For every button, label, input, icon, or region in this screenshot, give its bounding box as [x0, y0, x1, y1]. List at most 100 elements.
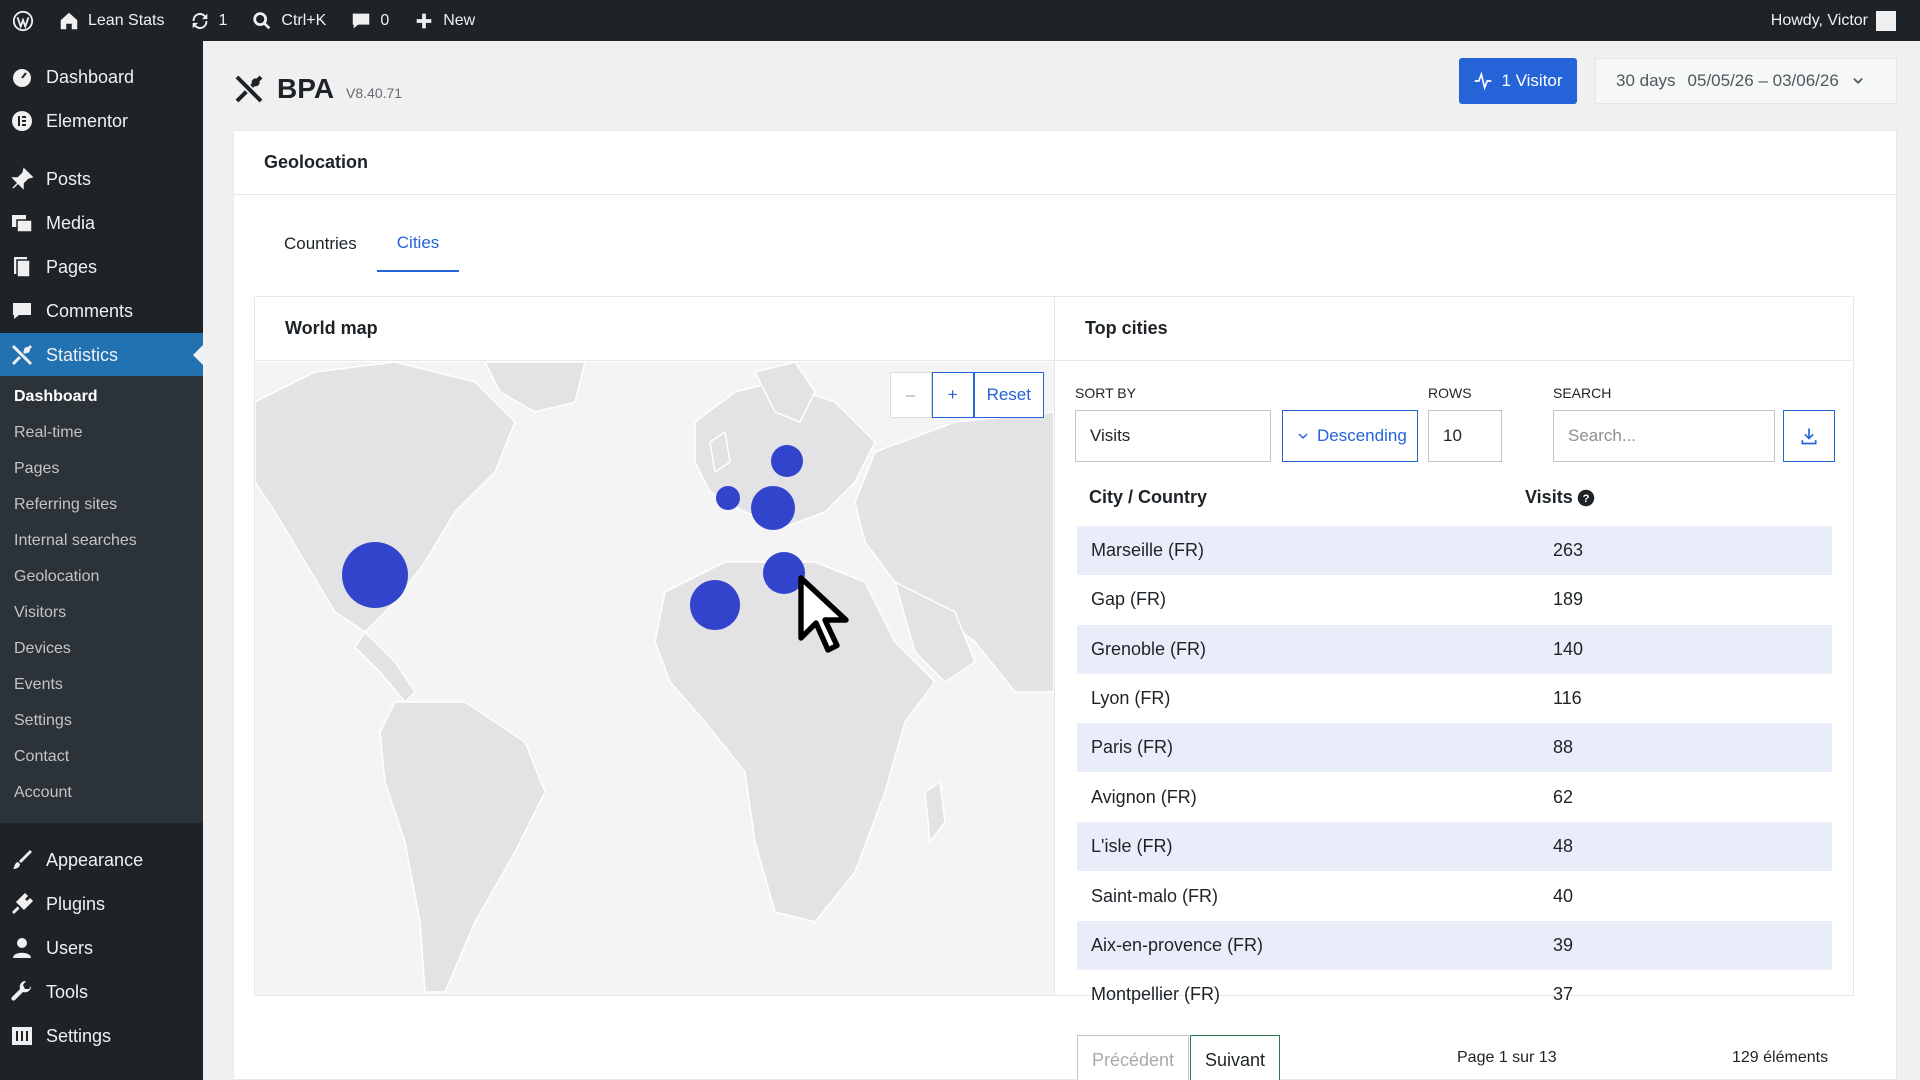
menu-posts[interactable]: Posts [0, 157, 203, 201]
table-row[interactable]: Gap (FR) 189 [1077, 575, 1832, 624]
map-marker[interactable] [342, 542, 408, 608]
submenu-referring-sites[interactable]: Referring sites [14, 496, 117, 514]
city-name: Avignon (FR) [1091, 787, 1197, 807]
menu-users[interactable]: Users [0, 926, 203, 970]
menu-pages[interactable]: Pages [0, 245, 203, 289]
city-name: Gap (FR) [1091, 589, 1167, 609]
table-row[interactable]: Marseille (FR) 263 [1077, 526, 1832, 575]
column-visits-label: Visits [1525, 487, 1573, 507]
sort-order-button[interactable]: Descending [1282, 410, 1418, 462]
comments-count: 0 [380, 11, 390, 29]
column-visits[interactable]: Visits ? [1525, 487, 1595, 508]
city-name: Lyon (FR) [1091, 688, 1171, 708]
tab-countries[interactable]: Countries [264, 216, 377, 272]
visit-count: 88 [1553, 737, 1574, 757]
mouse-cursor-icon [798, 575, 849, 653]
table-row[interactable]: Aix-en-provence (FR) 39 [1077, 921, 1832, 970]
next-page-button[interactable]: Suivant [1190, 1035, 1280, 1080]
wordpress-icon [12, 10, 34, 31]
total-count: 129 éléments [1732, 1049, 1829, 1066]
help-icon[interactable]: ? [1577, 489, 1595, 507]
comments-link[interactable]: 0 [338, 0, 401, 41]
city-name: Aix-en-provence (FR) [1091, 935, 1264, 955]
map-marker[interactable] [751, 486, 795, 530]
live-visitor-button[interactable]: 1 Visitor [1459, 58, 1577, 104]
table-row[interactable]: Grenoble (FR) 140 [1077, 625, 1832, 674]
elementor-icon [12, 111, 32, 131]
world-map[interactable]: – + Reset [255, 362, 1054, 995]
search-shortcut-button[interactable]: Ctrl+K [239, 0, 338, 41]
submenu-devices[interactable]: Devices [14, 640, 71, 658]
previous-page-button[interactable]: Précédent [1077, 1035, 1189, 1080]
city-name: Saint-malo (FR) [1091, 886, 1219, 906]
menu-statistics[interactable]: Statistics [0, 333, 203, 377]
map-marker[interactable] [771, 445, 803, 477]
table-row[interactable]: Avignon (FR) 62 [1077, 773, 1832, 822]
sort-by-select[interactable]: Visits [1075, 410, 1271, 462]
submenu-account[interactable]: Account [14, 784, 72, 802]
rows-input[interactable]: 10 [1428, 410, 1502, 462]
statistics-submenu: Dashboard Real-time Pages Referring site… [0, 376, 203, 823]
table-row[interactable]: Saint-malo (FR) 40 [1077, 872, 1832, 921]
visit-count: 140 [1553, 639, 1584, 659]
zoom-in-button[interactable]: + [931, 372, 974, 418]
table-row[interactable]: Lyon (FR) 116 [1077, 674, 1832, 723]
submenu-dashboard[interactable]: Dashboard [14, 388, 98, 406]
search-icon [253, 11, 271, 29]
city-name: Paris (FR) [1091, 737, 1173, 757]
menu-dashboard[interactable]: Dashboard [0, 55, 203, 99]
submenu-settings[interactable]: Settings [14, 712, 72, 730]
pin-icon [11, 167, 34, 190]
table-row[interactable]: L'isle (FR) 48 [1077, 822, 1832, 871]
search-placeholder: Search... [1568, 426, 1637, 445]
sort-by-label: SORT BY [1075, 385, 1136, 401]
submenu-events[interactable]: Events [14, 676, 63, 694]
menu-appearance[interactable]: Appearance [0, 838, 203, 882]
column-city-country[interactable]: City / Country [1089, 487, 1207, 508]
menu-settings[interactable]: Settings [0, 1014, 203, 1058]
tab-cities[interactable]: Cities [376, 216, 460, 272]
city-name: Montpellier (FR) [1091, 984, 1221, 1004]
activity-icon [1475, 71, 1492, 91]
submenu-contact[interactable]: Contact [14, 748, 69, 766]
menu-media[interactable]: Media [0, 201, 203, 245]
statistics-icon [11, 344, 33, 366]
submenu-real-time[interactable]: Real-time [14, 424, 82, 442]
rows-label: ROWS [1428, 385, 1472, 401]
menu-plugins[interactable]: Plugins [0, 882, 203, 926]
chevron-down-icon [1853, 78, 1863, 84]
visit-count: 37 [1553, 984, 1574, 1004]
map-marker[interactable] [716, 486, 740, 510]
updates-count: 1 [218, 11, 228, 29]
submenu-geolocation[interactable]: Geolocation [14, 568, 99, 586]
media-icon [12, 215, 33, 233]
menu-elementor[interactable]: Elementor [0, 99, 203, 143]
svg-text:?: ? [1582, 492, 1589, 504]
export-button[interactable] [1783, 410, 1835, 462]
submenu-pages[interactable]: Pages [14, 460, 59, 478]
submenu-internal-searches[interactable]: Internal searches [14, 532, 137, 550]
table-row[interactable]: Paris (FR) 88 [1077, 723, 1832, 772]
search-input[interactable]: Search... [1553, 410, 1775, 462]
range-label: 30 days [1616, 71, 1676, 90]
date-range-picker[interactable]: 30 days 05/05/26 – 03/06/26 [1595, 58, 1897, 104]
visit-count: 62 [1553, 787, 1574, 807]
home-icon [60, 12, 78, 29]
map-reset-button[interactable]: Reset [973, 372, 1044, 418]
map-zoom-controls: – + Reset [889, 372, 1044, 418]
wrench-icon [11, 980, 32, 1001]
zoom-out-button[interactable]: – [889, 372, 932, 418]
menu-comments[interactable]: Comments [0, 289, 203, 333]
brush-icon [13, 850, 32, 869]
search-label: SEARCH [1553, 385, 1612, 401]
menu-tools[interactable]: Tools [0, 970, 203, 1014]
updates-link[interactable]: 1 [177, 0, 240, 41]
table-row[interactable]: Montpellier (FR) 37 [1077, 970, 1832, 1019]
updates-icon [192, 12, 207, 29]
wordpress-logo-button[interactable] [0, 0, 46, 41]
submenu-visitors[interactable]: Visitors [14, 604, 66, 622]
site-name-link[interactable]: Lean Stats [46, 0, 177, 41]
account-menu[interactable]: Howdy, Victor [1759, 0, 1908, 41]
new-content-link[interactable]: New [401, 0, 487, 41]
map-marker[interactable] [690, 580, 740, 630]
